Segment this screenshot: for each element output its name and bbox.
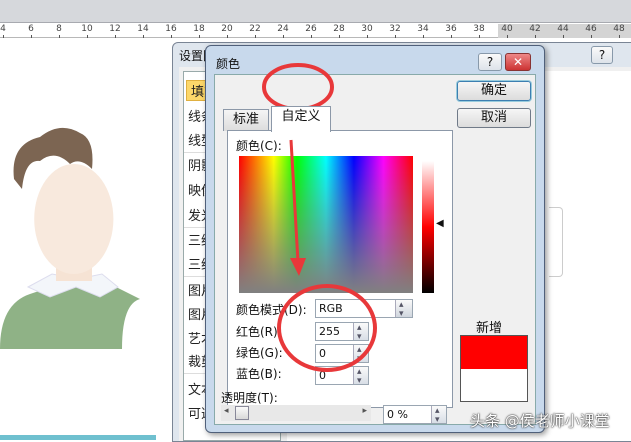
ruler-number: 22 xyxy=(249,24,261,34)
color-spectrum[interactable] xyxy=(239,156,413,293)
help-button[interactable]: ? xyxy=(591,46,613,64)
ruler-number: 32 xyxy=(389,24,401,34)
ruler-number: 30 xyxy=(361,24,373,34)
red-label: 红色(R): xyxy=(236,325,282,339)
color-mode-value: RGB xyxy=(319,302,343,315)
ruler-number: 38 xyxy=(473,24,485,34)
blue-spinner[interactable] xyxy=(353,364,368,390)
ruler-number: 6 xyxy=(28,24,34,34)
ruler-number: 18 xyxy=(193,24,205,34)
ruler-number: 24 xyxy=(277,24,289,34)
ruler-number: 20 xyxy=(221,24,233,34)
horizontal-ruler: 4 6 8 10 12 14 16 18 20 22 24 26 28 30 32 34 36 38 40 42 44 4… xyxy=(0,24,631,38)
ruler-number: 40 xyxy=(501,24,513,34)
color-mode-label: 颜色模式(D): xyxy=(236,303,307,317)
transparency-value: 0 % xyxy=(387,408,408,421)
color-preview xyxy=(460,335,528,402)
ok-button[interactable]: 确定 xyxy=(457,81,531,101)
chevron-down-icon[interactable] xyxy=(395,297,412,323)
person-illustration[interactable] xyxy=(0,119,170,399)
ruler-number: 4 xyxy=(0,24,6,34)
ruler-number: 44 xyxy=(557,24,569,34)
transparency-slider[interactable]: ◂ ▸ xyxy=(221,405,371,421)
ruler-number: 10 xyxy=(81,24,93,34)
red-spinner[interactable] xyxy=(353,320,368,346)
ruler-number: 46 xyxy=(585,24,597,34)
red-input[interactable]: 255 xyxy=(315,320,369,346)
colors-label: 颜色(C): xyxy=(236,139,282,153)
ruler-number: 42 xyxy=(529,24,541,34)
blue-value: 0 xyxy=(319,369,326,382)
ruler-number: 12 xyxy=(109,24,121,34)
color-mode-select[interactable]: RGB xyxy=(315,297,413,323)
tab-custom[interactable]: 自定义 xyxy=(271,106,331,132)
red-value: 255 xyxy=(319,325,340,338)
green-spinner[interactable] xyxy=(353,342,368,368)
ruler-number: 36 xyxy=(445,24,457,34)
custom-panel: 颜色(C): ◀ 颜色模式(D): RGB 红色(R): 255 绿色(G): … xyxy=(227,130,453,408)
dialog-title: 颜色 xyxy=(216,57,241,71)
close-button[interactable]: ✕ xyxy=(505,53,531,71)
green-label: 绿色(G): xyxy=(236,346,283,360)
new-color-swatch xyxy=(461,336,527,369)
ruler-number: 8 xyxy=(56,24,62,34)
color-dialog: 颜色 ? ✕ 标准 自定义 颜色(C): ◀ 颜色模式(D): RGB 红色(R… xyxy=(205,45,545,433)
toolbar-area xyxy=(0,0,631,23)
ruler-number: 26 xyxy=(305,24,317,34)
current-color-swatch xyxy=(461,369,527,401)
ruler-number: 14 xyxy=(137,24,149,34)
green-input[interactable]: 0 xyxy=(315,342,369,368)
transparency-label: 透明度(T): xyxy=(221,391,278,405)
luminance-slider[interactable] xyxy=(422,161,434,293)
slide-strip xyxy=(0,435,156,440)
ruler-number: 28 xyxy=(333,24,345,34)
transparency-input[interactable]: 0 % xyxy=(383,403,447,429)
help-button[interactable]: ? xyxy=(478,53,502,71)
cancel-button[interactable]: 取消 xyxy=(457,108,531,128)
blue-label: 蓝色(B): xyxy=(236,367,282,381)
ruler-number: 34 xyxy=(417,24,429,34)
ruler-number: 16 xyxy=(165,24,177,34)
luminance-arrow-icon[interactable]: ◀ xyxy=(436,218,444,229)
ruler-number: 48 xyxy=(613,24,625,34)
slider-thumb[interactable] xyxy=(235,406,249,420)
blue-input[interactable]: 0 xyxy=(315,364,369,390)
new-label: 新增 xyxy=(476,321,503,336)
watermark: 头条 @侯老师小课堂 xyxy=(470,412,610,430)
document-canvas xyxy=(0,39,170,440)
transparency-spinner[interactable] xyxy=(431,403,446,429)
green-value: 0 xyxy=(319,347,326,360)
tab-standard[interactable]: 标准 xyxy=(223,109,269,131)
